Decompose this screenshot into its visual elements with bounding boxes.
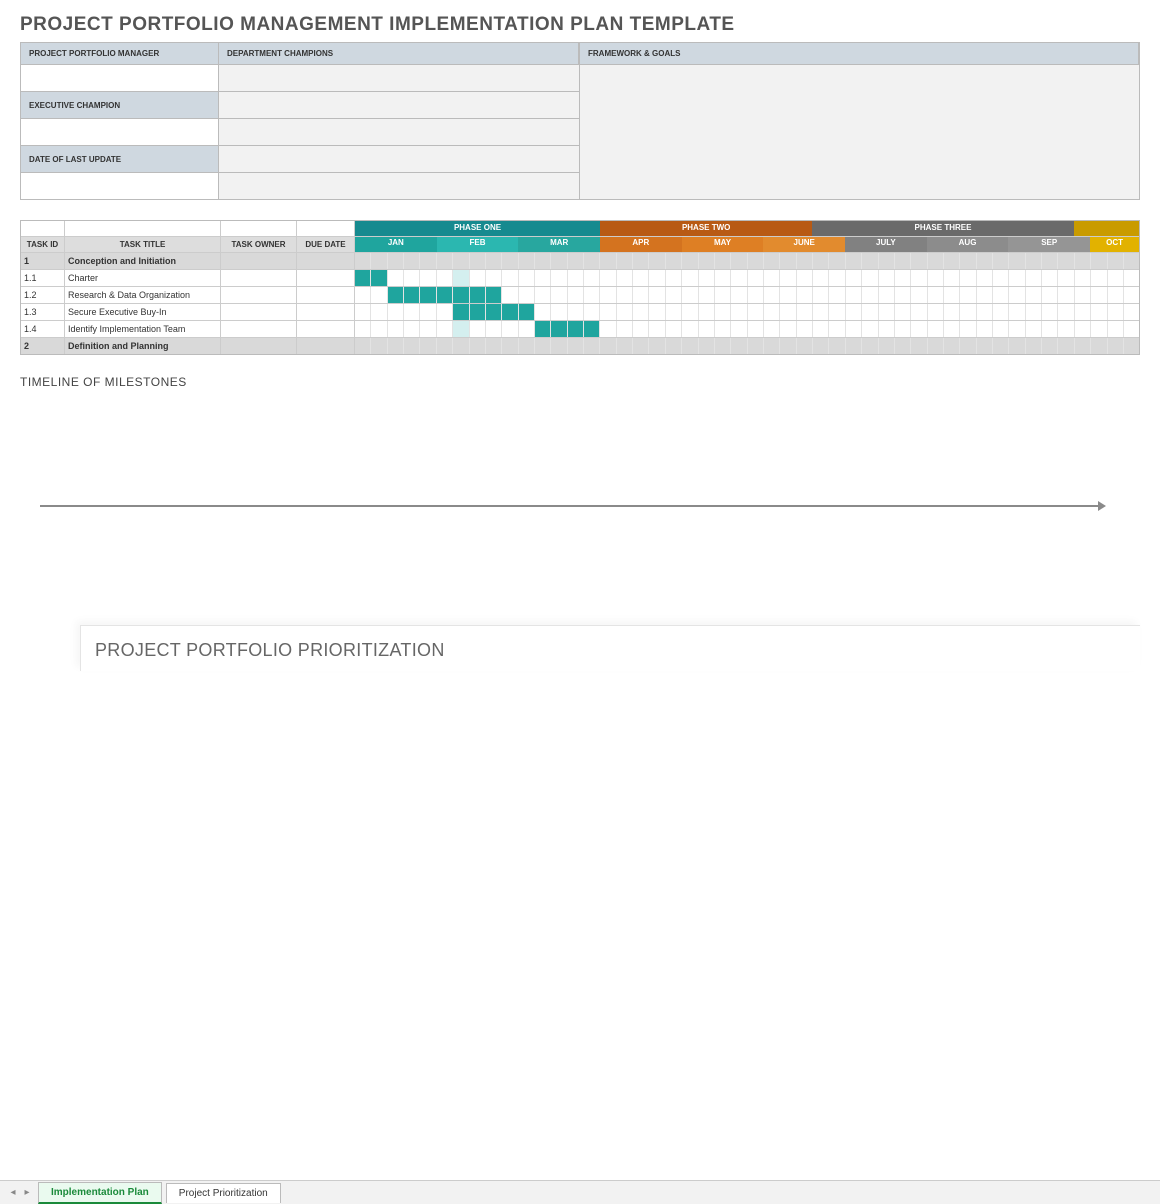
gantt-row[interactable]: 1.1Charter — [21, 270, 1139, 287]
task-owner[interactable] — [221, 321, 297, 337]
tab-prev-icon[interactable]: ◂ — [6, 1187, 20, 1198]
val-framework-goals[interactable] — [580, 65, 1139, 199]
task-id: 1.1 — [21, 270, 65, 286]
val-ppm[interactable] — [21, 65, 219, 91]
gantt-row[interactable]: 1.2Research & Data Organization — [21, 287, 1139, 304]
month-header: MAY — [682, 237, 764, 252]
month-header: JAN — [355, 237, 437, 252]
col-id: TASK ID — [21, 237, 65, 252]
task-title: Charter — [65, 270, 221, 286]
task-owner[interactable] — [221, 304, 297, 320]
col-title: TASK TITLE — [65, 237, 221, 252]
gantt-row[interactable]: 1.4Identify Implementation Team — [21, 321, 1139, 338]
tab-next-icon[interactable]: ▸ — [20, 1187, 34, 1198]
label-last-update: DATE OF LAST UPDATE — [21, 146, 219, 172]
month-header: OCT — [1090, 237, 1139, 252]
label-ppm: PROJECT PORTFOLIO MANAGER — [21, 43, 219, 64]
task-due[interactable] — [297, 321, 355, 337]
month-header: JUNE — [763, 237, 845, 252]
month-header: FEB — [437, 237, 519, 252]
task-due[interactable] — [297, 287, 355, 303]
timeline-heading: TIMELINE OF MILESTONES — [20, 375, 1140, 389]
label-framework-goals: FRAMEWORK & GOALS — [580, 43, 1139, 64]
page-title: PROJECT PORTFOLIO MANAGEMENT IMPLEMENTAT… — [20, 14, 1140, 36]
sheet-tab-implementation[interactable]: Implementation Plan — [38, 1182, 162, 1204]
month-header: JULY — [845, 237, 927, 252]
task-title: Conception and Initiation — [65, 253, 221, 269]
task-due[interactable] — [297, 253, 355, 269]
task-id: 1 — [21, 253, 65, 269]
val-update-gray[interactable] — [219, 146, 579, 172]
task-owner[interactable] — [221, 253, 297, 269]
gantt-row[interactable]: 1Conception and Initiation — [21, 253, 1139, 270]
task-due[interactable] — [297, 338, 355, 354]
task-id: 1.3 — [21, 304, 65, 320]
month-header: SEP — [1008, 237, 1090, 252]
label-dept-champ: DEPARTMENT CHAMPIONS — [219, 43, 579, 64]
gantt-row[interactable]: 2Definition and Planning — [21, 338, 1139, 354]
task-owner[interactable] — [221, 287, 297, 303]
task-owner[interactable] — [221, 270, 297, 286]
task-title: Definition and Planning — [65, 338, 221, 354]
phase-header: PHASE THREE — [812, 221, 1073, 236]
timeline-axis — [40, 505, 1100, 507]
sheet-tab-bar: ◂ ▸ Implementation Plan Project Prioriti… — [0, 1180, 1160, 1204]
info-block: PROJECT PORTFOLIO MANAGER DEPARTMENT CHA… — [20, 42, 1140, 200]
month-header: AUG — [927, 237, 1009, 252]
prioritization-heading: PROJECT PORTFOLIO PRIORITIZATION — [95, 640, 1140, 661]
val-exec-r[interactable] — [219, 119, 579, 145]
task-title: Identify Implementation Team — [65, 321, 221, 337]
label-exec-champ: EXECUTIVE CHAMPION — [21, 92, 219, 118]
milestone-timeline — [40, 395, 1140, 615]
gantt-row[interactable]: 1.3Secure Executive Buy-In — [21, 304, 1139, 321]
task-title: Secure Executive Buy-In — [65, 304, 221, 320]
gantt-chart: PHASE ONEPHASE TWOPHASE THREETASK IDTASK… — [20, 220, 1140, 355]
val-exec-gray[interactable] — [219, 92, 579, 118]
sheet-tab-prioritization[interactable]: Project Prioritization — [166, 1183, 281, 1203]
val-exec-champ[interactable] — [21, 119, 219, 145]
col-owner: TASK OWNER — [221, 237, 297, 252]
task-owner[interactable] — [221, 338, 297, 354]
val-dept-champ[interactable] — [219, 65, 579, 91]
task-id: 1.2 — [21, 287, 65, 303]
phase-header — [1074, 221, 1139, 236]
val-last-update[interactable] — [21, 173, 219, 199]
prioritization-panel: PROJECT PORTFOLIO PRIORITIZATION — [80, 625, 1140, 671]
task-id: 1.4 — [21, 321, 65, 337]
col-due: DUE DATE — [297, 237, 355, 252]
task-due[interactable] — [297, 304, 355, 320]
month-header: MAR — [518, 237, 600, 252]
phase-header: PHASE TWO — [600, 221, 812, 236]
task-title: Research & Data Organization — [65, 287, 221, 303]
task-due[interactable] — [297, 270, 355, 286]
month-header: APR — [600, 237, 682, 252]
task-id: 2 — [21, 338, 65, 354]
val-update-r[interactable] — [219, 173, 579, 199]
phase-header: PHASE ONE — [355, 221, 600, 236]
